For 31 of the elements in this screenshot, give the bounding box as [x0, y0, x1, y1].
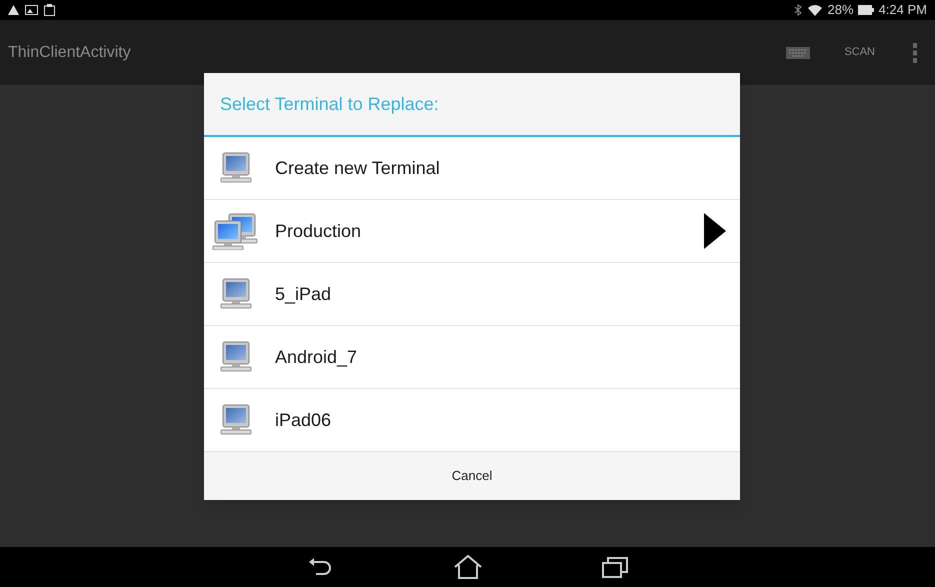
- battery-icon: [858, 5, 874, 15]
- bluetooth-icon: [794, 4, 802, 16]
- computer-icon: [219, 277, 253, 311]
- computer-icon: [219, 403, 253, 437]
- terminal-item[interactable]: 5_iPad: [204, 263, 740, 326]
- image-icon: [25, 5, 38, 15]
- terminal-item[interactable]: Create new Terminal: [204, 137, 740, 200]
- terminal-item[interactable]: Production: [204, 200, 740, 263]
- terminal-name: iPad06: [275, 408, 332, 432]
- computer-icon: [219, 151, 253, 185]
- terminal-name: Android_7: [275, 346, 358, 368]
- battery-percent: 28%: [828, 1, 854, 20]
- app-title: ThinClientActivity: [8, 42, 131, 62]
- terminal-name: Production: [275, 220, 362, 242]
- warning-icon: [8, 5, 19, 15]
- keyboard-icon[interactable]: [786, 46, 810, 58]
- scan-button[interactable]: SCAN: [840, 44, 879, 61]
- computer-icon: [219, 340, 253, 374]
- dialog-title: Select Terminal to Replace:: [220, 92, 439, 116]
- terminal-name: 5_iPad: [275, 282, 332, 306]
- wifi-icon: [808, 4, 822, 16]
- clock: 4:24 PM: [878, 1, 927, 20]
- cancel-button[interactable]: Cancel: [204, 452, 740, 500]
- terminal-item[interactable]: Android_7: [204, 326, 740, 389]
- home-icon[interactable]: [454, 555, 482, 579]
- expand-arrow-icon[interactable]: [704, 213, 726, 249]
- back-icon[interactable]: [308, 556, 334, 578]
- recent-apps-icon[interactable]: [602, 556, 628, 578]
- terminal-name: Create new Terminal: [275, 156, 440, 180]
- clipboard-icon: [44, 4, 55, 16]
- overflow-menu-icon[interactable]: [913, 42, 917, 62]
